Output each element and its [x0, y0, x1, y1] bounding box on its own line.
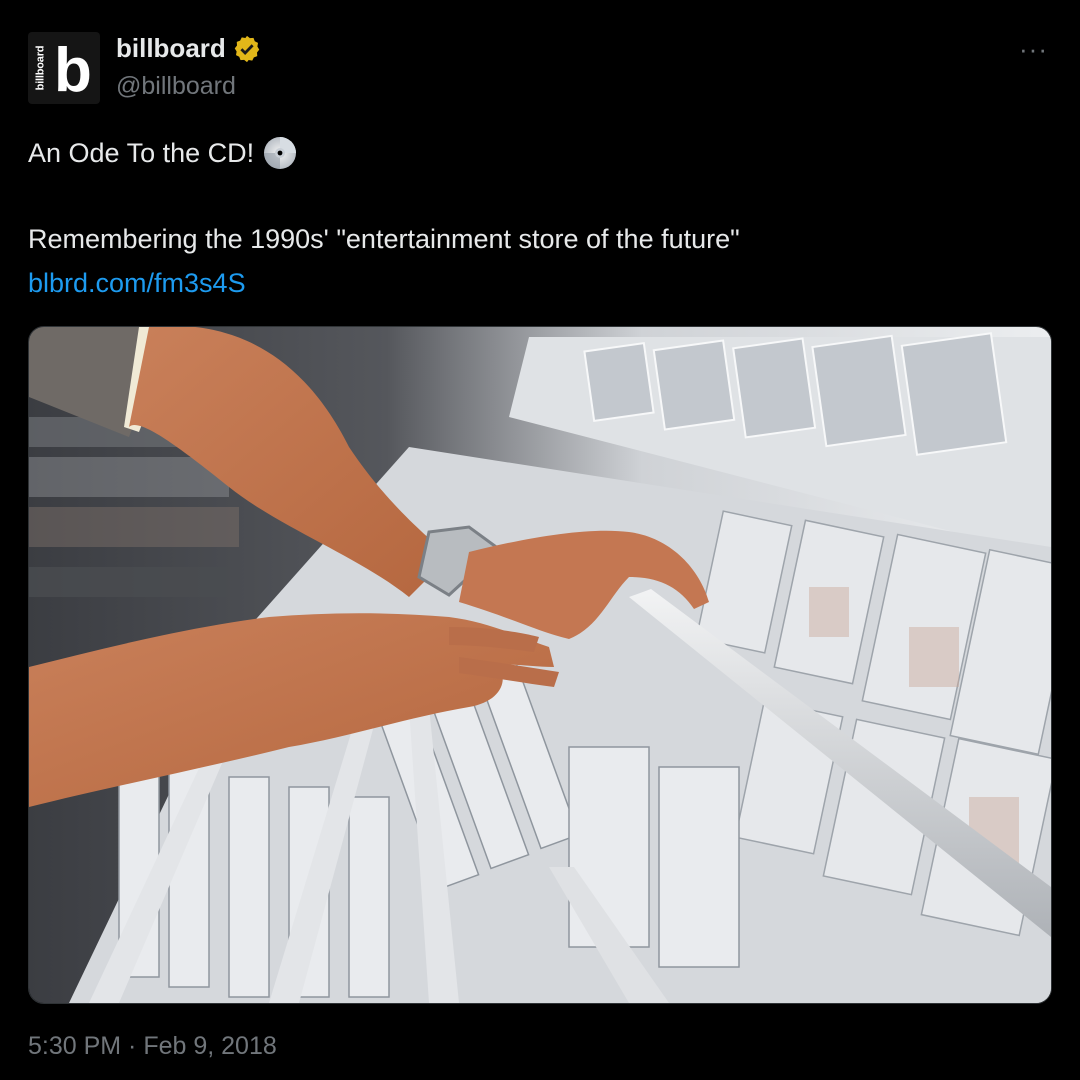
avatar[interactable]: billboard b [28, 32, 100, 104]
tweet-line-1: An Ode To the CD! [28, 138, 255, 168]
avatar-letter: b [54, 36, 92, 104]
tweet-link[interactable]: blbrd.com/fm3s4S [28, 264, 1048, 302]
account-handle[interactable]: @billboard [116, 72, 236, 101]
tweet-timestamp[interactable]: 5:30 PM · Feb 9, 2018 [28, 1032, 277, 1061]
verified-badge-icon [234, 35, 260, 62]
avatar-wordmark: billboard [34, 45, 47, 91]
more-options-icon[interactable]: ··· [1019, 34, 1048, 65]
tweet-text: An Ode To the CD! Remembering the 1990s'… [28, 134, 1048, 302]
tweet-photo[interactable] [28, 326, 1052, 1004]
tweet-line-2: Remembering the 1990s' "entertainment st… [28, 224, 740, 254]
optical-disc-icon [264, 137, 297, 169]
cd-store-photo [29, 327, 1051, 1003]
name-row: billboard [116, 33, 262, 64]
display-name[interactable]: billboard [116, 33, 226, 64]
